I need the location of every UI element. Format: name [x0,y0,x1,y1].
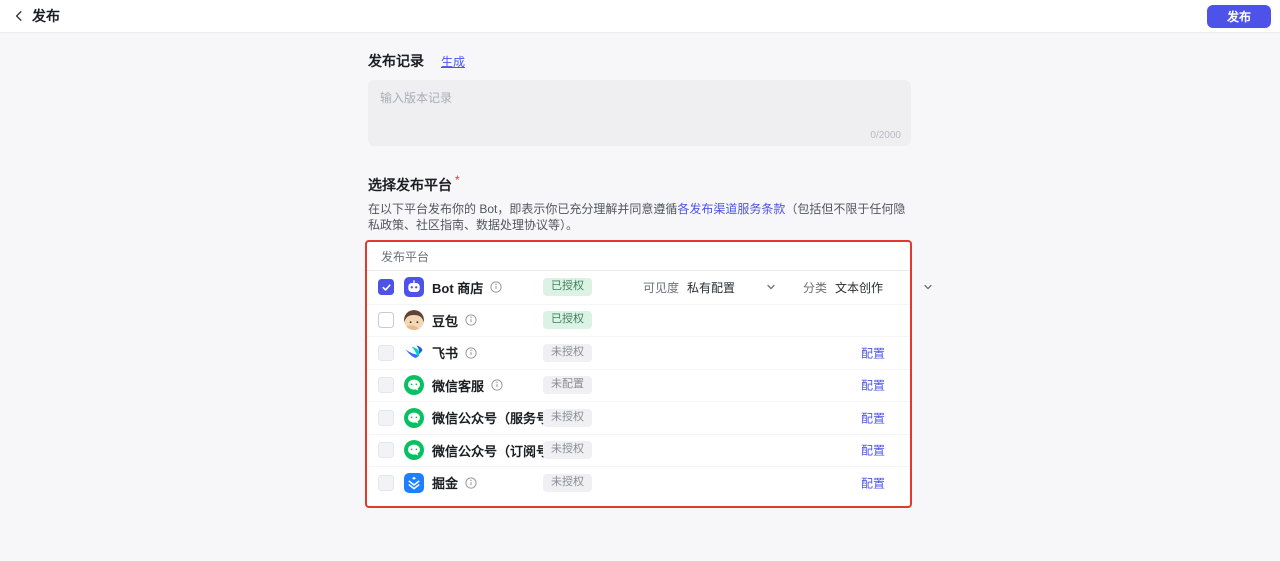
chevron-down-icon[interactable] [766,282,776,292]
terms-link[interactable]: 各发布渠道服务条款 [677,202,785,216]
platform-name: 飞书 [432,343,458,362]
row-checkbox [378,410,394,426]
category-label: 分类 [803,279,827,296]
row-checkbox [378,442,394,458]
status-badge: 未授权 [543,474,592,492]
info-icon[interactable] [465,314,477,326]
char-counter: 0/2000 [870,130,901,141]
configure-link[interactable]: 配置 [861,344,885,361]
publish-button[interactable]: 发布 [1207,5,1271,28]
release-notes-header: 发布记录 生成 [368,51,465,71]
platform-name: 豆包 [432,311,458,330]
row-checkbox[interactable] [378,279,394,295]
release-notes-box: 0/2000 [368,80,911,146]
publish-page: 发布 发布 发布记录 生成 0/2000 选择发布平台 * 在以下平台发布你的 … [0,0,1280,561]
visibility-value[interactable]: 私有配置 [687,279,735,296]
wechat-mp-icon [404,408,424,428]
configure-link[interactable]: 配置 [861,409,885,426]
row-checkbox [378,475,394,491]
status-badge: 未授权 [543,409,592,427]
row-checkbox [378,377,394,393]
doubao-avatar [404,310,424,330]
platform-terms-text: 在以下平台发布你的 Bot，即表示你已充分理解并同意遵循各发布渠道服务条款（包括… [368,201,909,233]
chevron-left-icon [12,9,26,23]
info-icon[interactable] [490,281,502,293]
status-badge: 已授权 [543,278,592,296]
status-badge: 未授权 [543,344,592,362]
row-checkbox[interactable] [378,312,394,328]
top-bar: 发布 发布 [0,0,1280,33]
platform-row: 微信公众号（服务号） 未授权 配置 [367,401,910,434]
configure-link[interactable]: 配置 [861,474,885,491]
chevron-down-icon[interactable] [923,282,933,292]
configure-link[interactable]: 配置 [861,442,885,459]
info-icon[interactable] [491,379,503,391]
platform-row: 飞书 未授权 配置 [367,336,910,369]
category-value[interactable]: 文本创作 [835,279,883,296]
required-mark: * [455,173,460,195]
info-icon[interactable] [465,477,477,489]
wechat-kefu-icon [404,375,424,395]
platform-section-title: 选择发布平台 [368,175,452,195]
feishu-icon [404,343,424,363]
platform-section-header: 选择发布平台 * [368,175,460,195]
platform-name: 微信客服 [432,376,484,395]
platform-table-header: 发布平台 [367,242,910,271]
platform-row: Bot 商店 已授权 可见度 私有配置 分类 文本创作 [367,271,910,304]
platform-table-body: Bot 商店 已授权 可见度 私有配置 分类 文本创作 [367,271,910,499]
platform-row: 豆包 已授权 [367,304,910,337]
configure-link[interactable]: 配置 [861,377,885,394]
platform-name: Bot 商店 [432,278,483,297]
page-title: 发布 [32,6,60,26]
row-extras: 可见度 私有配置 分类 文本创作 [643,271,933,304]
platform-row: 掘金 未授权 配置 [367,466,910,499]
platform-row: 微信客服 未配置 配置 [367,369,910,402]
wechat-mp-icon [404,440,424,460]
platform-table-annotation-box: 发布平台 Bot 商店 已授权 可见度 私有配置 [365,240,912,508]
row-checkbox [378,345,394,361]
platform-row: 微信公众号（订阅号） 未授权 配置 [367,434,910,467]
terms-text-before: 在以下平台发布你的 Bot，即表示你已充分理解并同意遵循 [368,202,677,216]
info-icon[interactable] [465,347,477,359]
bot-store-icon [404,277,424,297]
status-badge: 已授权 [543,311,592,329]
juejin-icon [404,473,424,493]
back-button[interactable] [10,7,28,25]
check-icon [381,282,392,293]
status-badge: 未配置 [543,376,592,394]
platform-name: 掘金 [432,473,458,492]
visibility-label: 可见度 [643,279,679,296]
status-badge: 未授权 [543,441,592,459]
release-notes-title: 发布记录 [368,51,424,71]
generate-link[interactable]: 生成 [441,53,465,70]
release-notes-input[interactable] [368,80,911,146]
